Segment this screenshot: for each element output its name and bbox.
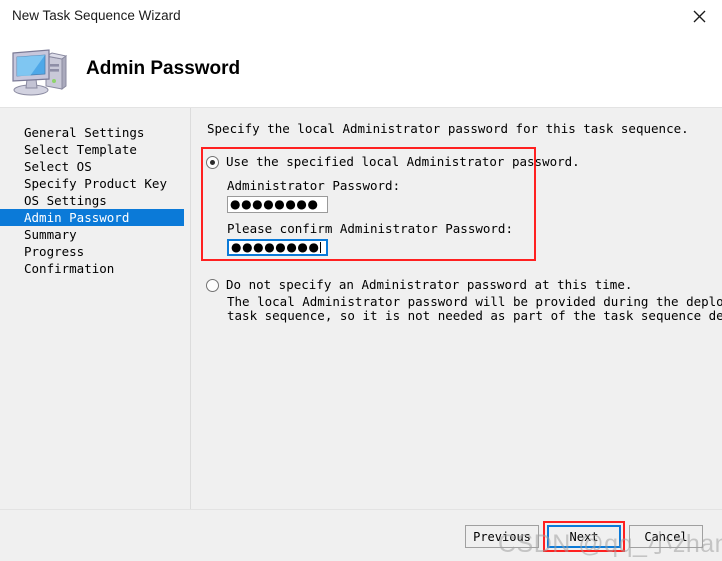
sidebar-step-list: General Settings Select Template Select OS… bbox=[0, 124, 190, 277]
sidebar-item-admin-password[interactable]: Admin Password bbox=[0, 209, 184, 226]
page-title: Admin Password bbox=[86, 58, 241, 79]
sidebar-item-os-settings[interactable]: OS Settings bbox=[0, 192, 190, 209]
do-not-specify-description-line-1: The local Administrator password will be… bbox=[227, 294, 722, 309]
main-content: Specify the local Administrator password… bbox=[191, 108, 722, 509]
sidebar-item-confirmation[interactable]: Confirmation bbox=[0, 260, 190, 277]
radio-do-not-specify-password[interactable]: Do not specify an Administrator password… bbox=[206, 277, 632, 292]
next-button[interactable]: Next bbox=[547, 525, 621, 548]
sidebar-item-general-settings[interactable]: General Settings bbox=[0, 124, 190, 141]
wizard-footer: Previous Next Cancel bbox=[0, 510, 722, 561]
confirm-password-input[interactable]: ●●●●●●●● bbox=[227, 239, 328, 256]
text-caret bbox=[319, 242, 321, 253]
sidebar-item-select-os[interactable]: Select OS bbox=[0, 158, 190, 175]
administrator-password-label: Administrator Password: bbox=[227, 178, 401, 193]
close-icon[interactable] bbox=[676, 0, 722, 32]
window-title: New Task Sequence Wizard bbox=[12, 8, 181, 23]
sidebar-item-summary[interactable]: Summary bbox=[0, 226, 190, 243]
header-banner: Admin Password bbox=[0, 36, 722, 108]
computer-icon bbox=[10, 46, 68, 98]
radio-use-specified-password-label: Use the specified local Administrator pa… bbox=[226, 154, 580, 169]
cancel-button[interactable]: Cancel bbox=[629, 525, 703, 548]
confirm-password-value: ●●●●●●●● bbox=[231, 240, 320, 254]
instruction-text: Specify the local Administrator password… bbox=[207, 121, 689, 136]
do-not-specify-description-line-2: task sequence, so it is not needed as pa… bbox=[227, 308, 722, 323]
confirm-password-label: Please confirm Administrator Password: bbox=[227, 221, 513, 236]
title-bar: New Task Sequence Wizard bbox=[0, 0, 722, 36]
administrator-password-input[interactable]: ●●●●●●●● bbox=[227, 196, 328, 213]
radio-use-specified-password[interactable]: Use the specified local Administrator pa… bbox=[206, 154, 580, 169]
do-not-specify-description: The local Administrator password will be… bbox=[227, 294, 722, 323]
sidebar-item-select-template[interactable]: Select Template bbox=[0, 141, 190, 158]
wizard-sidebar: General Settings Select Template Select OS… bbox=[0, 108, 190, 509]
radio-do-not-specify-password-indicator[interactable] bbox=[206, 279, 219, 292]
sidebar-item-progress[interactable]: Progress bbox=[0, 243, 190, 260]
previous-button[interactable]: Previous bbox=[465, 525, 539, 548]
administrator-password-value: ●●●●●●●● bbox=[230, 197, 319, 211]
radio-do-not-specify-password-label: Do not specify an Administrator password… bbox=[226, 277, 633, 292]
radio-use-specified-password-indicator[interactable] bbox=[206, 156, 219, 169]
sidebar-item-specify-product-key[interactable]: Specify Product Key bbox=[0, 175, 190, 192]
